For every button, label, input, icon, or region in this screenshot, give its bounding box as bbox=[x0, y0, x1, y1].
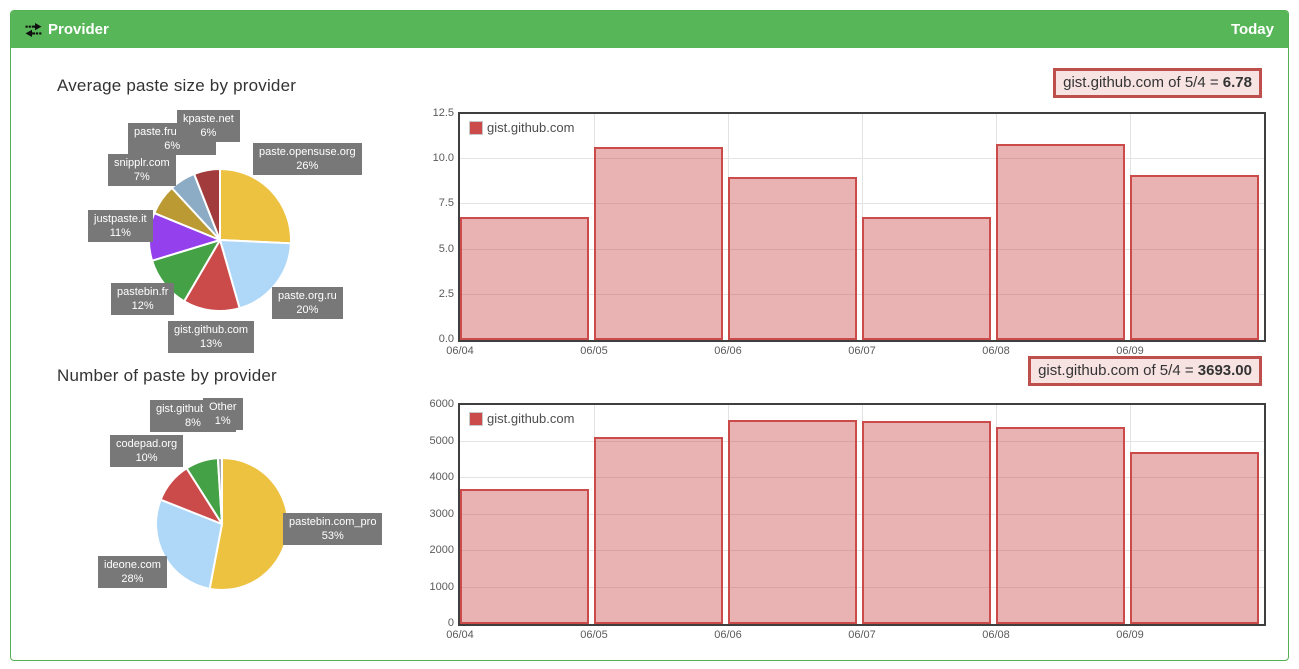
summary-prefix: gist.github.com of 5/4 = bbox=[1038, 362, 1198, 379]
chart-legend: gist.github.com bbox=[469, 120, 574, 135]
bar-06/04 bbox=[460, 217, 589, 340]
legend-label: gist.github.com bbox=[487, 120, 574, 135]
y-axis-tick: 5000 bbox=[410, 435, 454, 447]
bar-06/07 bbox=[862, 217, 991, 340]
bar-chart-average-paste-size: gist.github.com0.02.55.07.510.012.506/04… bbox=[458, 112, 1266, 342]
bar-06/09 bbox=[1130, 452, 1259, 624]
panel-header: Provider Today bbox=[11, 11, 1288, 48]
y-axis-tick: 2000 bbox=[410, 544, 454, 556]
pie-slice-label-snipplr: snipplr.com7% bbox=[108, 154, 176, 186]
y-axis-tick: 5.0 bbox=[410, 243, 454, 255]
panel-body: Average paste size by provider kpaste.ne… bbox=[11, 48, 1288, 660]
y-axis-tick: 0 bbox=[410, 617, 454, 629]
average-summary-box: gist.github.com of 5/4 = 6.78 bbox=[1053, 68, 1262, 98]
summary-value: 3693.00 bbox=[1198, 362, 1252, 379]
bar-06/06 bbox=[728, 177, 857, 340]
bar-06/08 bbox=[996, 427, 1125, 624]
bar-06/06 bbox=[728, 420, 857, 624]
transfer-icon bbox=[25, 23, 42, 37]
pie-slice-paste.opensuse.org bbox=[220, 169, 291, 243]
legend-swatch bbox=[469, 121, 483, 135]
summary-value: 6.78 bbox=[1223, 74, 1252, 91]
x-axis-tick: 06/05 bbox=[580, 345, 608, 357]
y-axis-tick: 3000 bbox=[410, 508, 454, 520]
pie-slice-label-justpaste: justpaste.it11% bbox=[88, 210, 153, 242]
pie-slice-label-pastebinfr: pastebin.fr12% bbox=[111, 283, 174, 315]
provider-panel: Provider Today Average paste size by pro… bbox=[10, 10, 1289, 661]
legend-swatch bbox=[469, 412, 483, 426]
x-axis-tick: 06/06 bbox=[714, 629, 742, 641]
x-axis-tick: 06/08 bbox=[982, 345, 1010, 357]
bar-06/05 bbox=[594, 147, 723, 340]
x-axis-tick: 06/06 bbox=[714, 345, 742, 357]
summary-prefix: gist.github.com of 5/4 = bbox=[1063, 74, 1223, 91]
today-button[interactable]: Today bbox=[1231, 21, 1274, 38]
y-axis-tick: 4000 bbox=[410, 471, 454, 483]
pie1-title: Average paste size by provider bbox=[57, 76, 296, 96]
x-axis-tick: 06/05 bbox=[580, 629, 608, 641]
x-axis-tick: 06/04 bbox=[446, 629, 474, 641]
pie-slice-label-opensuse: paste.opensuse.org26% bbox=[253, 143, 362, 175]
x-axis-tick: 06/09 bbox=[1116, 629, 1144, 641]
bar-06/07 bbox=[862, 421, 991, 624]
y-axis-tick: 2.5 bbox=[410, 288, 454, 300]
y-axis-tick: 12.5 bbox=[410, 107, 454, 119]
count-summary-box: gist.github.com of 5/4 = 3693.00 bbox=[1028, 356, 1262, 386]
x-axis-tick: 06/08 bbox=[982, 629, 1010, 641]
bar-chart-number-of-paste: gist.github.com0100020003000400050006000… bbox=[458, 403, 1266, 626]
pie-slice-label-other: Other1% bbox=[203, 398, 243, 430]
pie-slice-label-orgru: paste.org.ru20% bbox=[272, 287, 343, 319]
x-axis-tick: 06/04 bbox=[446, 345, 474, 357]
pie-slice-label-pastebinpro: pastebin.com_pro53% bbox=[283, 513, 382, 545]
bar-06/04 bbox=[460, 489, 589, 624]
chart-legend: gist.github.com bbox=[469, 411, 574, 426]
bar-06/08 bbox=[996, 144, 1125, 340]
pie-slice-label-ideone: ideone.com28% bbox=[98, 556, 167, 588]
legend-label: gist.github.com bbox=[487, 411, 574, 426]
y-axis-tick: 10.0 bbox=[410, 152, 454, 164]
x-axis-tick: 06/07 bbox=[848, 629, 876, 641]
y-axis-tick: 7.5 bbox=[410, 197, 454, 209]
y-axis-tick: 6000 bbox=[410, 398, 454, 410]
pie2-title: Number of paste by provider bbox=[57, 366, 277, 386]
pie-slice-label-codepad: codepad.org10% bbox=[110, 435, 183, 467]
pie-chart-number-of-paste bbox=[152, 454, 292, 594]
x-axis-tick: 06/07 bbox=[848, 345, 876, 357]
panel-title: Provider bbox=[48, 21, 109, 38]
y-axis-tick: 0.0 bbox=[410, 333, 454, 345]
bar-06/09 bbox=[1130, 175, 1259, 340]
pie-slice-label-gist: gist.github.com13% bbox=[168, 321, 254, 353]
pie-slice-label-kpaste: kpaste.net6% bbox=[177, 110, 240, 142]
panel-header-left: Provider bbox=[25, 21, 109, 38]
y-axis-tick: 1000 bbox=[410, 581, 454, 593]
bar-06/05 bbox=[594, 437, 723, 624]
